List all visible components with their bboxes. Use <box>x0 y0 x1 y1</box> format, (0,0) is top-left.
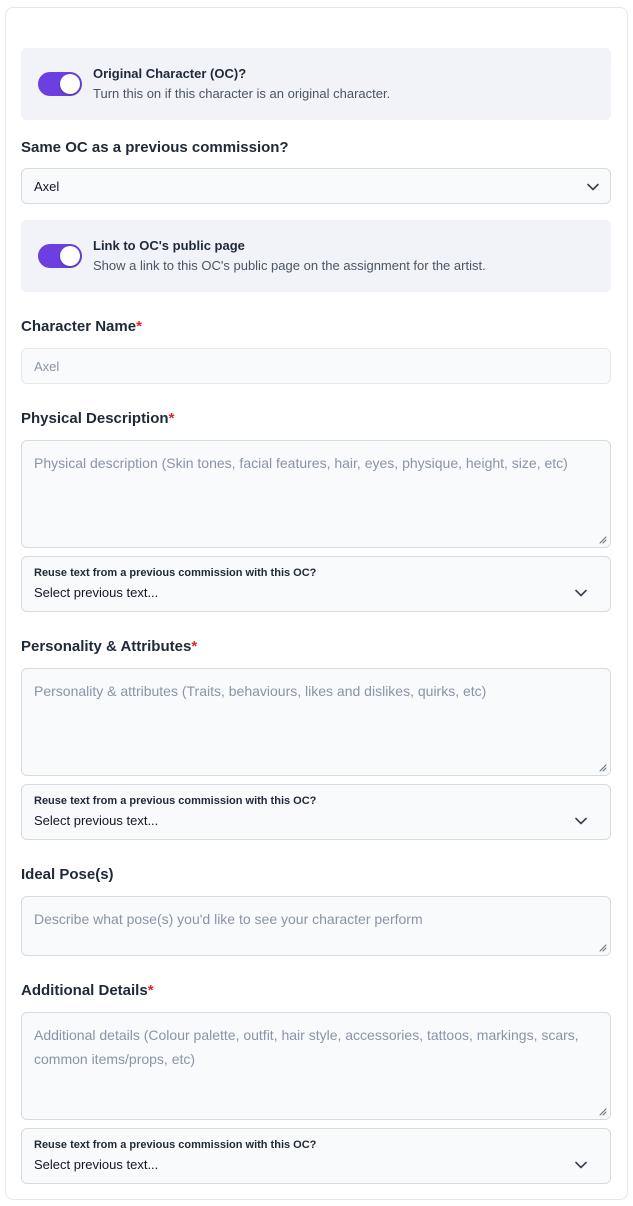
personality-textarea[interactable]: Personality & attributes (Traits, behavi… <box>21 668 611 776</box>
previous-commission-value: Axel <box>34 179 60 194</box>
personality-reuse-select[interactable]: Reuse text from a previous commission wi… <box>21 784 611 840</box>
public-page-toggle-panel: Link to OC's public page Show a link to … <box>21 220 611 292</box>
previous-commission-select[interactable]: Axel <box>21 168 611 204</box>
additional-details-textarea[interactable]: Additional details (Colour palette, outf… <box>21 1012 611 1120</box>
chevron-down-icon <box>575 1161 587 1169</box>
physical-description-reuse-select[interactable]: Reuse text from a previous commission wi… <box>21 556 611 612</box>
oc-toggle-description: Turn this on if this character is an ori… <box>93 86 391 101</box>
previous-commission-label: Same OC as a previous commission? <box>21 139 289 156</box>
resize-grip-icon[interactable] <box>597 534 607 544</box>
additional-details-label: Additional Details* <box>21 982 154 999</box>
resize-grip-icon[interactable] <box>597 1106 607 1116</box>
reuse-label: Reuse text from a previous commission wi… <box>34 567 317 579</box>
personality-label: Personality & Attributes* <box>21 638 198 655</box>
character-name-input[interactable]: Axel <box>21 348 611 384</box>
public-page-toggle-description: Show a link to this OC's public page on … <box>93 258 486 273</box>
additional-details-placeholder: Additional details (Colour palette, outf… <box>34 1027 579 1067</box>
resize-grip-icon[interactable] <box>597 942 607 952</box>
chevron-down-icon <box>587 183 599 191</box>
chevron-down-icon <box>575 817 587 825</box>
ideal-pose-placeholder: Describe what pose(s) you'd like to see … <box>34 911 423 927</box>
physical-description-placeholder: Physical description (Skin tones, facial… <box>34 455 568 471</box>
reuse-value: Select previous text... <box>34 1157 159 1172</box>
reuse-label: Reuse text from a previous commission wi… <box>34 1139 317 1151</box>
required-mark: * <box>191 638 198 655</box>
oc-toggle-panel: Original Character (OC)? Turn this on if… <box>21 48 611 120</box>
reuse-value: Select previous text... <box>34 813 159 828</box>
public-page-toggle-title: Link to OC's public page <box>93 238 245 253</box>
toggle-knob <box>60 74 80 94</box>
character-name-placeholder: Axel <box>34 359 60 374</box>
character-name-label: Character Name* <box>21 318 142 335</box>
personality-placeholder: Personality & attributes (Traits, behavi… <box>34 683 487 699</box>
required-mark: * <box>168 410 175 427</box>
reuse-label: Reuse text from a previous commission wi… <box>34 795 317 807</box>
resize-grip-icon[interactable] <box>597 762 607 772</box>
ideal-pose-label: Ideal Pose(s) <box>21 866 114 883</box>
required-mark: * <box>147 982 154 999</box>
additional-details-reuse-select[interactable]: Reuse text from a previous commission wi… <box>21 1128 611 1184</box>
chevron-down-icon <box>575 589 587 597</box>
reuse-value: Select previous text... <box>34 585 159 600</box>
physical-description-label: Physical Description* <box>21 410 175 427</box>
public-page-toggle-switch[interactable] <box>38 244 82 268</box>
ideal-pose-textarea[interactable]: Describe what pose(s) you'd like to see … <box>21 896 611 956</box>
oc-toggle-title: Original Character (OC)? <box>93 66 247 81</box>
oc-toggle-switch[interactable] <box>38 72 82 96</box>
physical-description-textarea[interactable]: Physical description (Skin tones, facial… <box>21 440 611 548</box>
required-mark: * <box>136 318 142 335</box>
toggle-knob <box>60 246 80 266</box>
